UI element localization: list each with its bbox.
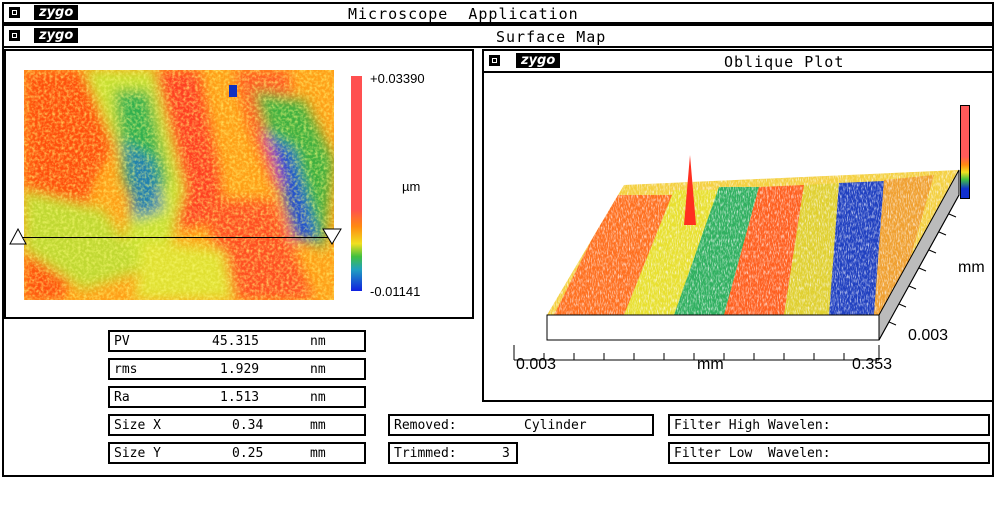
filter-high-field: Filter High Wavelen:	[668, 414, 990, 436]
trimmed-value: 3	[502, 446, 510, 461]
filled-plot-panel: +0.03390 µm -0.01141	[4, 49, 474, 319]
surface-map-title: Surface Map	[496, 28, 607, 46]
oblique-x-max-label: 0.353	[852, 356, 893, 373]
stat-size-x-field: Size X 0.34 mm	[108, 414, 366, 436]
stat-size-y-field: Size Y 0.25 mm	[108, 442, 366, 464]
filter-low-field: Filter Low Wavelen:	[668, 442, 990, 464]
stat-label: Ra	[114, 390, 130, 405]
surface-map-titlebar: zygo Surface Map	[4, 26, 992, 48]
stat-unit: mm	[310, 418, 326, 433]
scale-unit-label: µm	[402, 179, 421, 194]
profile-start-marker-icon[interactable]	[9, 228, 27, 246]
app-title: Microscope Application	[348, 5, 579, 23]
color-scale-bar	[351, 76, 362, 291]
oblique-color-scale	[960, 105, 970, 199]
stat-unit: nm	[310, 390, 326, 405]
oblique-plot-window: zygo Oblique Plot 0.003 mm 0.353 mm 0.00…	[482, 49, 994, 402]
removed-field: Removed: Cylinder	[388, 414, 654, 436]
stat-value: 0.25	[232, 446, 264, 461]
filter-high-label: Filter High Wavelen:	[674, 418, 831, 433]
oblique-titlebar: zygo Oblique Plot	[484, 51, 992, 73]
profile-line[interactable]	[22, 237, 332, 238]
surface-map-image[interactable]	[24, 70, 334, 300]
zygo-logo: zygo	[34, 5, 79, 20]
oblique-x-unit-label: mm	[697, 356, 724, 373]
stat-rms-field: rms 1.929 nm	[108, 358, 366, 380]
filter-low-label: Filter Low Wavelen:	[674, 446, 831, 461]
stat-value: 0.34	[232, 418, 264, 433]
stat-ra-field: Ra 1.513 nm	[108, 386, 366, 408]
removed-value: Cylinder	[524, 418, 587, 433]
stat-unit: nm	[310, 334, 326, 349]
app-system-menu-icon[interactable]	[9, 7, 20, 18]
stat-label: PV	[114, 334, 130, 349]
trimmed-field: Trimmed: 3	[388, 442, 518, 464]
stat-label: Size Y	[114, 446, 161, 461]
stat-value: 45.315	[212, 334, 259, 349]
zygo-logo: zygo	[34, 28, 79, 43]
stat-unit: nm	[310, 362, 326, 377]
app-titlebar: zygo Microscope Application	[2, 2, 994, 24]
oblique-system-menu-icon[interactable]	[489, 55, 500, 66]
stat-unit: mm	[310, 446, 326, 461]
trimmed-label: Trimmed:	[394, 446, 457, 461]
surface-map-system-menu-icon[interactable]	[9, 30, 20, 41]
stat-label: rms	[114, 362, 138, 377]
oblique-y-min-label: 0.003	[908, 327, 949, 344]
stat-label: Size X	[114, 418, 161, 433]
scale-min-label: -0.01141	[370, 284, 421, 299]
oblique-3d-plot[interactable]	[484, 75, 992, 400]
zygo-logo: zygo	[516, 53, 561, 68]
profile-end-marker-icon[interactable]	[322, 228, 342, 246]
stat-pv-field: PV 45.315 nm	[108, 330, 366, 352]
scale-max-label: +0.03390	[370, 71, 425, 86]
stat-value: 1.929	[220, 362, 260, 377]
removed-label: Removed:	[394, 418, 457, 433]
oblique-x-min-label: 0.003	[516, 356, 557, 373]
stat-value: 1.513	[220, 390, 260, 405]
oblique-y-unit-label: mm	[958, 259, 985, 276]
oblique-title: Oblique Plot	[724, 53, 845, 71]
